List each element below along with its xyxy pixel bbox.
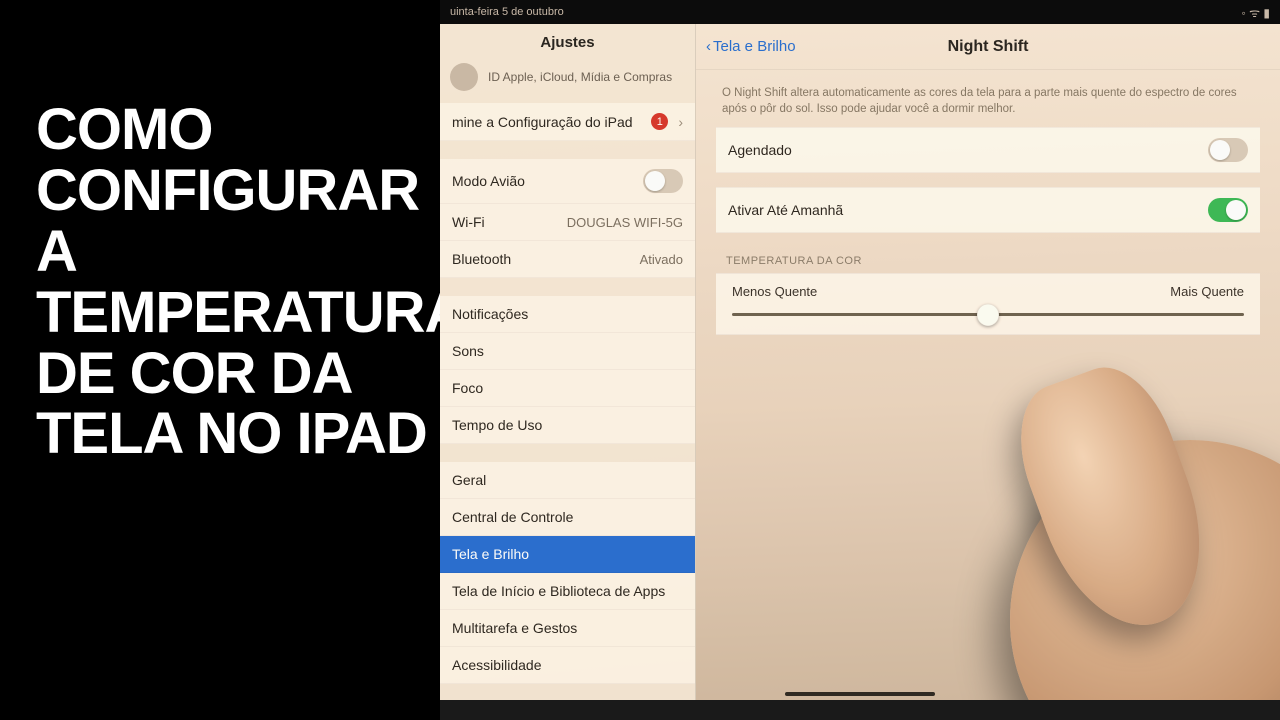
finish-setup-label: mine a Configuração do iPad [452,114,633,130]
apple-id-row[interactable]: ID Apple, iCloud, Mídia e Compras [440,57,695,103]
sidebar-title: Ajustes [440,24,695,57]
sounds-row[interactable]: Sons [440,333,695,370]
airplane-label: Modo Avião [452,173,525,189]
nav-bar: ‹ Tela e Brilho Night Shift [696,24,1280,70]
airplane-toggle[interactable] [643,169,683,193]
notification-badge: 1 [651,113,668,130]
detail-pane: ‹ Tela e Brilho Night Shift O Night Shif… [696,24,1280,700]
accessibility-row[interactable]: Acessibilidade [440,647,695,684]
video-title-text: COMO CONFIGURAR A TEMPERATURA DE COR DA … [36,100,463,465]
scheduled-row[interactable]: Agendado [716,128,1260,172]
screentime-row[interactable]: Tempo de Uso [440,407,695,444]
sounds-label: Sons [452,343,484,359]
display-brightness-label: Tela e Brilho [452,546,529,562]
focus-row[interactable]: Foco [440,370,695,407]
status-bar: uinta-feira 5 de outubro ◦ ᯤ ▮ [440,0,1280,24]
bluetooth-label: Bluetooth [452,251,511,267]
general-row[interactable]: Geral [440,462,695,499]
bluetooth-row[interactable]: Bluetooth Ativado [440,241,695,278]
more-warm-label: Mais Quente [1170,284,1244,299]
home-indicator[interactable] [785,692,935,696]
status-icons: ◦ ᯤ ▮ [1242,4,1270,21]
control-center-row[interactable]: Central de Controle [440,499,695,536]
notifications-row[interactable]: Notificações [440,296,695,333]
back-button[interactable]: ‹ Tela e Brilho [706,38,796,55]
activate-toggle[interactable] [1208,198,1248,222]
ipad-frame: uinta-feira 5 de outubro ◦ ᯤ ▮ Ajustes I… [440,0,1280,720]
notifications-label: Notificações [452,306,528,322]
general-label: Geral [452,472,486,488]
home-screen-row[interactable]: Tela de Início e Biblioteca de Apps [440,573,695,610]
bluetooth-value: Ativado [640,252,683,267]
home-screen-label: Tela de Início e Biblioteca de Apps [452,583,665,599]
multitasking-row[interactable]: Multitarefa e Gestos [440,610,695,647]
ipad-screen: Ajustes ID Apple, iCloud, Mídia e Compra… [440,24,1280,700]
control-center-label: Central de Controle [452,509,573,525]
scheduled-label: Agendado [728,142,792,158]
wifi-label: Wi-Fi [452,214,485,230]
wifi-value: DOUGLAS WIFI-5G [567,215,683,230]
accessibility-label: Acessibilidade [452,657,542,673]
airplane-mode-row[interactable]: Modo Avião [440,159,695,204]
activate-until-tomorrow-row[interactable]: Ativar Até Amanhã [716,188,1260,232]
screentime-label: Tempo de Uso [452,417,542,433]
apple-id-subtitle: ID Apple, iCloud, Mídia e Compras [488,70,672,84]
chevron-left-icon: ‹ [706,38,711,55]
avatar [450,63,478,91]
activate-label: Ativar Até Amanhã [728,202,843,218]
settings-sidebar[interactable]: Ajustes ID Apple, iCloud, Mídia e Compra… [440,24,696,700]
status-date: uinta-feira 5 de outubro [450,6,564,18]
back-label: Tela e Brilho [713,38,796,55]
video-title-panel: COMO CONFIGURAR A TEMPERATURA DE COR DA … [0,0,440,720]
scheduled-toggle[interactable] [1208,138,1248,162]
multitasking-label: Multitarefa e Gestos [452,620,577,636]
color-temp-header: TEMPERATURA DA COR [696,233,1280,273]
slider-knob[interactable] [977,304,999,326]
page-title: Night Shift [948,38,1029,56]
wifi-row[interactable]: Wi-Fi DOUGLAS WIFI-5G [440,204,695,241]
chevron-right-icon: › [678,114,683,130]
finish-setup-row[interactable]: mine a Configuração do iPad 1 › [440,103,695,141]
display-brightness-row[interactable]: Tela e Brilho [440,536,695,573]
less-warm-label: Menos Quente [732,284,817,299]
night-shift-description: O Night Shift altera automaticamente as … [696,70,1280,127]
focus-label: Foco [452,380,483,396]
color-temperature-slider-card: Menos Quente Mais Quente [716,273,1260,335]
color-temperature-slider[interactable] [732,313,1244,316]
